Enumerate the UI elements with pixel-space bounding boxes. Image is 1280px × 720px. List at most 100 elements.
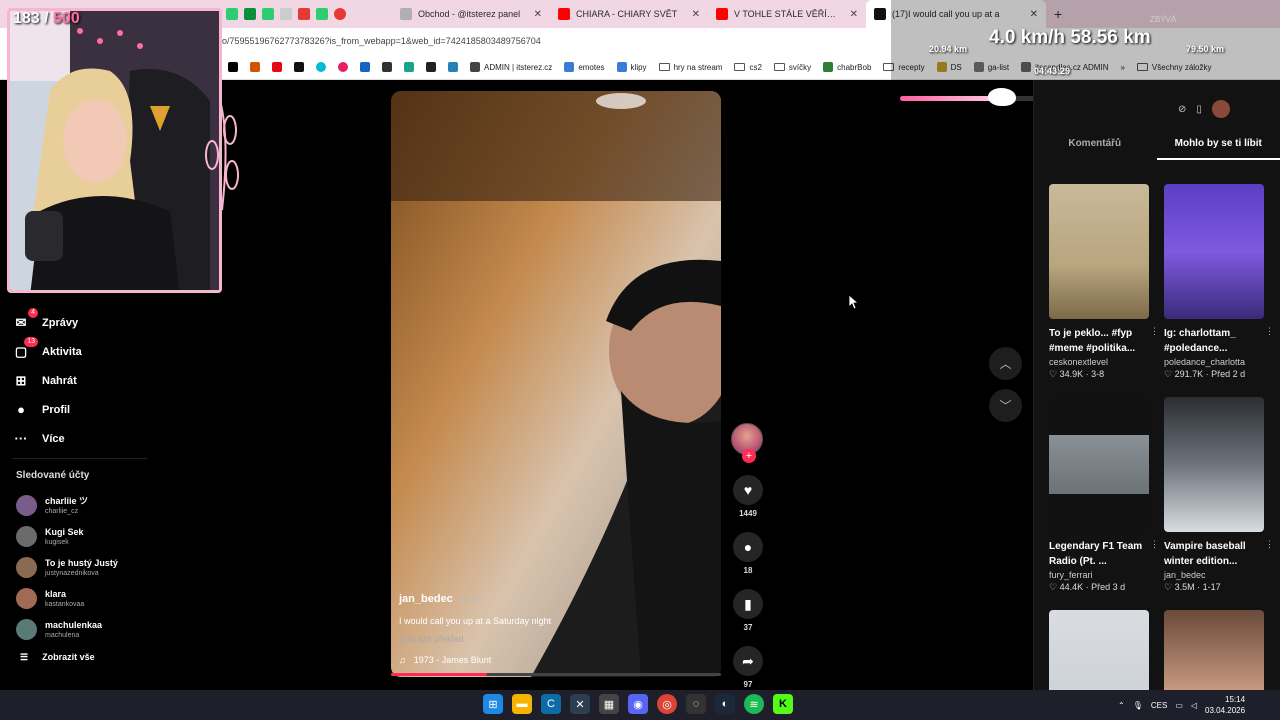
- share-icon[interactable]: ➦: [733, 646, 763, 676]
- bookmark-item[interactable]: cs2: [728, 62, 767, 72]
- follow-plus-icon[interactable]: +: [742, 449, 756, 463]
- kick-tab-icon[interactable]: [244, 8, 256, 20]
- prev-video-button[interactable]: ︿: [989, 347, 1022, 380]
- comment-action[interactable]: ● 18: [731, 532, 765, 575]
- bookmark-b[interactable]: [244, 62, 266, 72]
- bookmark-globe[interactable]: [310, 62, 332, 72]
- recommended-video[interactable]: Vampire baseball winter edition... jan_be…: [1164, 397, 1274, 593]
- sidebar-item-messages[interactable]: ✉ 4 Zprávy: [12, 307, 212, 337]
- tab-close-icon[interactable]: ✕: [850, 9, 858, 20]
- edge-icon[interactable]: C: [541, 694, 561, 714]
- bookmark-paypal[interactable]: [354, 62, 376, 72]
- video-author-name[interactable]: jan_bedec: [399, 593, 453, 605]
- steam-icon[interactable]: ◐: [715, 694, 735, 714]
- video-thumbnail[interactable]: [1164, 184, 1264, 319]
- sidebar-item-activity[interactable]: ▢ 13 Aktivita: [12, 336, 212, 366]
- bookmark-item[interactable]: chabrBob: [817, 62, 877, 72]
- next-video-button[interactable]: ﹀: [989, 389, 1022, 422]
- browser-tab[interactable]: V TOHLE STÁLE VĚŘÍŠ? TOP MY ✕: [708, 0, 866, 28]
- rec-user[interactable]: ceskonextlevel: [1049, 357, 1149, 367]
- show-all-button[interactable]: ☰ Zobrazit vše: [20, 652, 95, 663]
- clock[interactable]: 15:14 03.04.2026: [1205, 694, 1245, 716]
- tab-close-icon[interactable]: ✕: [692, 9, 700, 20]
- bookmark-item[interactable]: ADMIN | itsterez.cz: [464, 62, 558, 72]
- translate-link[interactable]: Zobrazit překlad: [399, 634, 709, 644]
- windows-start-icon[interactable]: ⊞: [483, 694, 503, 714]
- pinned-tabs[interactable]: [222, 0, 392, 28]
- like-action[interactable]: ♥ 1449: [731, 475, 765, 518]
- sidebar-item-profile[interactable]: ● Profil: [12, 395, 212, 424]
- following-account[interactable]: Kugi Sek kugisek: [16, 521, 216, 552]
- bookmark-item[interactable]: klipy: [611, 62, 653, 72]
- xbox-icon[interactable]: ✕: [570, 694, 590, 714]
- rec-title[interactable]: To je peklo... #fyp #meme #politika...: [1049, 326, 1149, 356]
- rec-title[interactable]: Vampire baseball winter edition...: [1164, 539, 1264, 569]
- plus2-tab-icon[interactable]: [316, 8, 328, 20]
- more-options-icon[interactable]: ⋮: [1150, 326, 1159, 337]
- volume-icon[interactable]: ◁: [1191, 701, 1197, 710]
- creator-avatar[interactable]: +: [731, 423, 763, 463]
- red-tab-icon[interactable]: [298, 8, 310, 20]
- video-thumbnail[interactable]: [1049, 184, 1149, 319]
- tab-close-icon[interactable]: ✕: [534, 9, 542, 20]
- bookmark-tab-icon[interactable]: [226, 8, 238, 20]
- info-icon[interactable]: ⊘: [1178, 104, 1186, 118]
- bookmark-netflix[interactable]: [266, 62, 288, 72]
- rec-title[interactable]: Legendary F1 Team Radio (Pt. ...: [1049, 539, 1149, 569]
- following-account[interactable]: charliie ツ charliie_cz: [16, 490, 216, 521]
- recommended-video[interactable]: To je peklo... #fyp #meme #politika... ce…: [1049, 184, 1159, 380]
- store-tab-icon[interactable]: [334, 8, 346, 20]
- language-indicator[interactable]: CES: [1151, 701, 1167, 710]
- rec-user[interactable]: fury_ferrari: [1049, 570, 1149, 580]
- chrome-icon[interactable]: ◎: [657, 694, 677, 714]
- spotify-icon[interactable]: ≋: [744, 694, 764, 714]
- save-action[interactable]: ▮ 37: [731, 589, 765, 632]
- video-author[interactable]: jan_bedec · 1-15: [399, 593, 709, 605]
- bookmark-t[interactable]: [398, 62, 420, 72]
- user-avatar[interactable]: [1211, 100, 1230, 118]
- recommended-video[interactable]: Legendary F1 Team Radio (Pt. ... fury_fer…: [1049, 397, 1159, 593]
- following-account[interactable]: machulenkaa machulena: [16, 614, 216, 645]
- bookmark-gt[interactable]: [376, 62, 398, 72]
- tab-recommended[interactable]: Mohlo by se ti líbit: [1156, 130, 1280, 160]
- browser-tab[interactable]: Obchod - @itsterez panel ✕: [392, 0, 550, 28]
- tab-comments[interactable]: Komentářů: [1033, 130, 1157, 160]
- bookmark-pen[interactable]: [442, 62, 464, 72]
- bookmark-icon[interactable]: ▮: [733, 589, 763, 619]
- bookmark-dl[interactable]: [420, 62, 442, 72]
- bookmark-item[interactable]: hry na stream: [653, 62, 729, 72]
- bookmark-item[interactable]: emotes: [558, 62, 610, 72]
- rec-user[interactable]: poledance_charlotta: [1164, 357, 1264, 367]
- recommended-video[interactable]: Ig: charlottam_ #poledance... poledance_c…: [1164, 184, 1274, 380]
- bookmark-f[interactable]: [332, 62, 354, 72]
- video-music[interactable]: ♫ 1973 - James Blunt: [399, 655, 709, 665]
- bookmark-tiktok[interactable]: [288, 62, 310, 72]
- sidebar-item-upload[interactable]: ⊞ Nahrát: [12, 366, 212, 395]
- obs-icon[interactable]: ◌: [686, 694, 706, 714]
- globe-tab-icon[interactable]: [280, 8, 292, 20]
- share-action[interactable]: ➦ 97: [731, 646, 765, 689]
- browser-tab[interactable]: CHIARA - CHIARY SVĚT ✕: [550, 0, 708, 28]
- network-icon[interactable]: ▭: [1175, 701, 1183, 710]
- following-account[interactable]: klara kastankovaa: [16, 583, 216, 614]
- following-account[interactable]: To je hustý Justý justynazednikova: [16, 552, 216, 583]
- device-icon[interactable]: ▯: [1196, 104, 1202, 118]
- file-explorer-icon[interactable]: ▬: [512, 694, 532, 714]
- rec-user[interactable]: jan_bedec: [1164, 570, 1264, 580]
- microphone-icon[interactable]: 🎙︎: [1133, 701, 1143, 710]
- address-text[interactable]: o/7595519676277378326?is_from_webapp=1&w…: [222, 36, 541, 46]
- tray-chevron-icon[interactable]: ⌃: [1118, 701, 1125, 710]
- discord-icon[interactable]: ◉: [628, 694, 648, 714]
- music-title[interactable]: 1973 - James Blunt: [414, 655, 492, 665]
- more-options-icon[interactable]: ⋮: [1150, 539, 1159, 550]
- more-options-icon[interactable]: ⋮: [1265, 539, 1274, 550]
- sidebar-item-more[interactable]: ··· Více: [12, 424, 212, 453]
- more-options-icon[interactable]: ⋮: [1265, 326, 1274, 337]
- rec-title[interactable]: Ig: charlottam_ #poledance...: [1164, 326, 1264, 356]
- video-thumbnail[interactable]: [1164, 397, 1264, 532]
- video-progress-bar[interactable]: [391, 673, 721, 676]
- video-player[interactable]: [391, 91, 721, 677]
- bookmark-x[interactable]: [222, 62, 244, 72]
- game-app-icon[interactable]: ▦: [599, 694, 619, 714]
- bookmark-item[interactable]: svíčky: [768, 62, 817, 72]
